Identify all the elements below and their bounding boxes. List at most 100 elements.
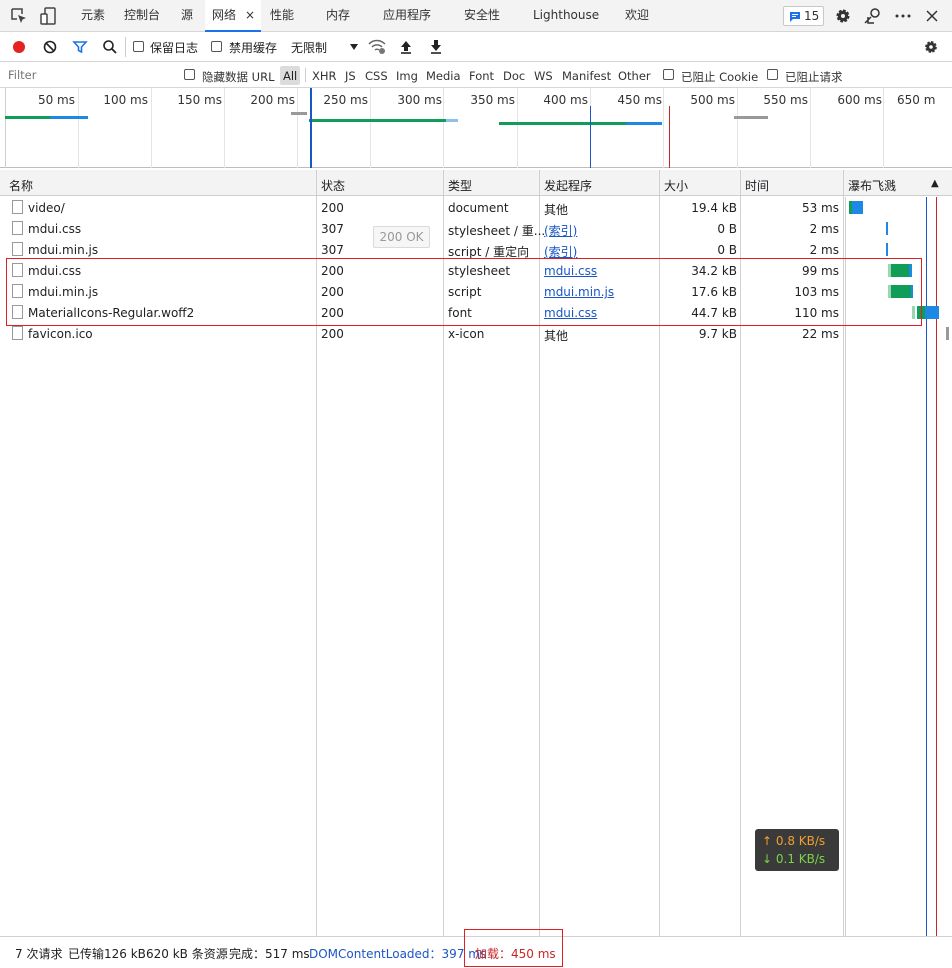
tab-console[interactable]: 控制台 [124,0,160,31]
timeline-tick-label: 100 ms [103,93,148,107]
inspect-element-icon[interactable] [9,6,29,26]
filter-type-font[interactable]: Font [469,69,494,83]
overview-bar [309,119,446,122]
tab-application[interactable]: 应用程序 [383,0,431,31]
filter-type-other[interactable]: Other [618,69,651,83]
request-status: 307 [321,243,344,257]
col-initiator[interactable]: 发起程序 [544,177,592,194]
filter-type-all[interactable]: All [280,66,300,85]
tab-network-label: 网络 [212,8,237,22]
request-initiator: 其他 [544,329,569,343]
waterfall-bar [886,222,888,235]
import-har-icon[interactable] [399,39,413,55]
blocked-cookies-label: 已阻止 Cookie [681,70,759,84]
filter-type-img[interactable]: Img [396,69,418,83]
request-name: favicon.ico [28,327,93,341]
hide-data-urls-checkbox[interactable] [184,69,195,80]
filter-type-css[interactable]: CSS [365,69,388,83]
waterfall-bar [886,243,888,256]
filter-type-ws[interactable]: WS [534,69,553,83]
tab-memory[interactable]: 内存 [326,0,350,31]
timeline-tick-label: 50 ms [37,93,75,107]
divider [305,68,306,82]
network-conditions-icon[interactable] [368,38,386,55]
highlight-box [464,929,563,967]
filter-type-doc[interactable]: Doc [503,69,525,83]
filter-type-manifest[interactable]: Manifest [562,69,611,83]
request-size: 0 B [717,243,737,257]
preserve-log-label: 保留日志 [150,41,199,55]
request-name: mdui.css [28,222,82,236]
table-row[interactable]: mdui.css 307 stylesheet / 重... (索引) 0 B … [5,218,952,239]
clear-icon[interactable] [42,39,58,55]
chevron-down-icon [350,44,358,50]
status-tooltip: 200 OK [373,226,430,248]
network-settings-gear-icon[interactable] [922,38,940,56]
request-status: 307 [321,222,344,236]
filter-type-js[interactable]: JS [345,69,356,83]
filter-type-xhr[interactable]: XHR [312,69,337,83]
issues-badge[interactable]: 15 [783,6,824,26]
overview-bar [626,122,662,125]
hide-data-urls-label: 隐藏数据 URL [202,70,275,84]
col-status[interactable]: 状态 [321,177,345,194]
gear-icon[interactable] [833,6,853,26]
throttle-select[interactable]: 无限制 [288,36,362,57]
upload-speed: ↑ 0.8 KB/s [762,834,826,848]
highlight-box [6,258,922,326]
record-icon[interactable] [11,39,27,55]
timeline-tick-label: 400 ms [543,93,588,107]
issues-count: 15 [804,9,820,23]
col-type[interactable]: 类型 [448,177,472,194]
divider [125,37,126,57]
request-size: 19.4 kB [691,201,737,215]
tab-sources[interactable]: 源 [181,0,193,31]
request-time: 53 ms [801,201,839,215]
blocked-requests-checkbox[interactable] [767,69,778,80]
request-size: 0 B [717,222,737,236]
timeline-tick-label: 500 ms [690,93,735,107]
close-tab-icon[interactable]: × [245,0,255,31]
tab-network[interactable]: 网络 × [205,0,261,32]
filter-type-media[interactable]: Media [426,69,461,83]
request-initiator-link[interactable]: (索引) [544,222,577,239]
timeline-tick-label: 200 ms [250,93,295,107]
table-row[interactable]: favicon.ico 200 x-icon 其他 9.7 kB 22 ms [5,323,952,344]
request-size: 9.7 kB [698,327,737,341]
table-row[interactable]: mdui.min.js 307 script / 重定向 (索引) 0 B 2 … [5,239,952,260]
filter-bar: 隐藏数据 URL All XHR JS CSS Img Media Font D… [0,62,952,88]
request-status: 200 [321,201,344,215]
col-name[interactable]: 名称 [9,177,33,194]
sort-arrow-icon[interactable]: ▲ [931,178,939,189]
device-emulation-icon[interactable] [39,6,59,26]
timeline-tick-label: 450 ms [617,93,662,107]
tab-elements[interactable]: 元素 [81,0,105,31]
table-row[interactable]: video/ 200 document 其他 19.4 kB 53 ms [5,197,952,218]
col-waterfall[interactable]: 瀑布飞溅 [848,177,896,194]
timeline-overview[interactable]: 50 ms 100 ms 150 ms 200 ms 250 ms 300 ms… [0,88,952,168]
tab-lighthouse[interactable]: Lighthouse [533,0,599,31]
filter-type-all-label: All [283,69,298,83]
message-icon [790,12,800,22]
timeline-tick-label: 150 ms [177,93,222,107]
waterfall-bar [852,201,863,214]
tab-welcome[interactable]: 欢迎 [625,0,649,31]
export-har-icon[interactable] [429,39,443,55]
document-icon [12,242,23,256]
col-time[interactable]: 时间 [745,177,769,194]
network-speed-overlay: ↑ 0.8 KB/s ↓ 0.1 KB/s [755,829,839,871]
overview-bar [291,112,307,115]
search-icon[interactable] [102,39,118,55]
filter-input[interactable] [4,65,174,85]
tab-security[interactable]: 安全性 [464,0,500,31]
close-devtools-icon[interactable] [922,6,942,26]
col-size[interactable]: 大小 [664,177,688,194]
disable-cache-checkbox[interactable] [211,41,222,52]
more-options-icon[interactable] [893,6,913,26]
blocked-cookies-checkbox[interactable] [663,69,674,80]
filter-icon[interactable] [72,39,88,55]
request-time: 2 ms [809,243,839,257]
preserve-log-checkbox[interactable] [133,41,144,52]
tab-performance[interactable]: 性能 [270,0,294,31]
connect-device-icon[interactable] [862,6,882,26]
